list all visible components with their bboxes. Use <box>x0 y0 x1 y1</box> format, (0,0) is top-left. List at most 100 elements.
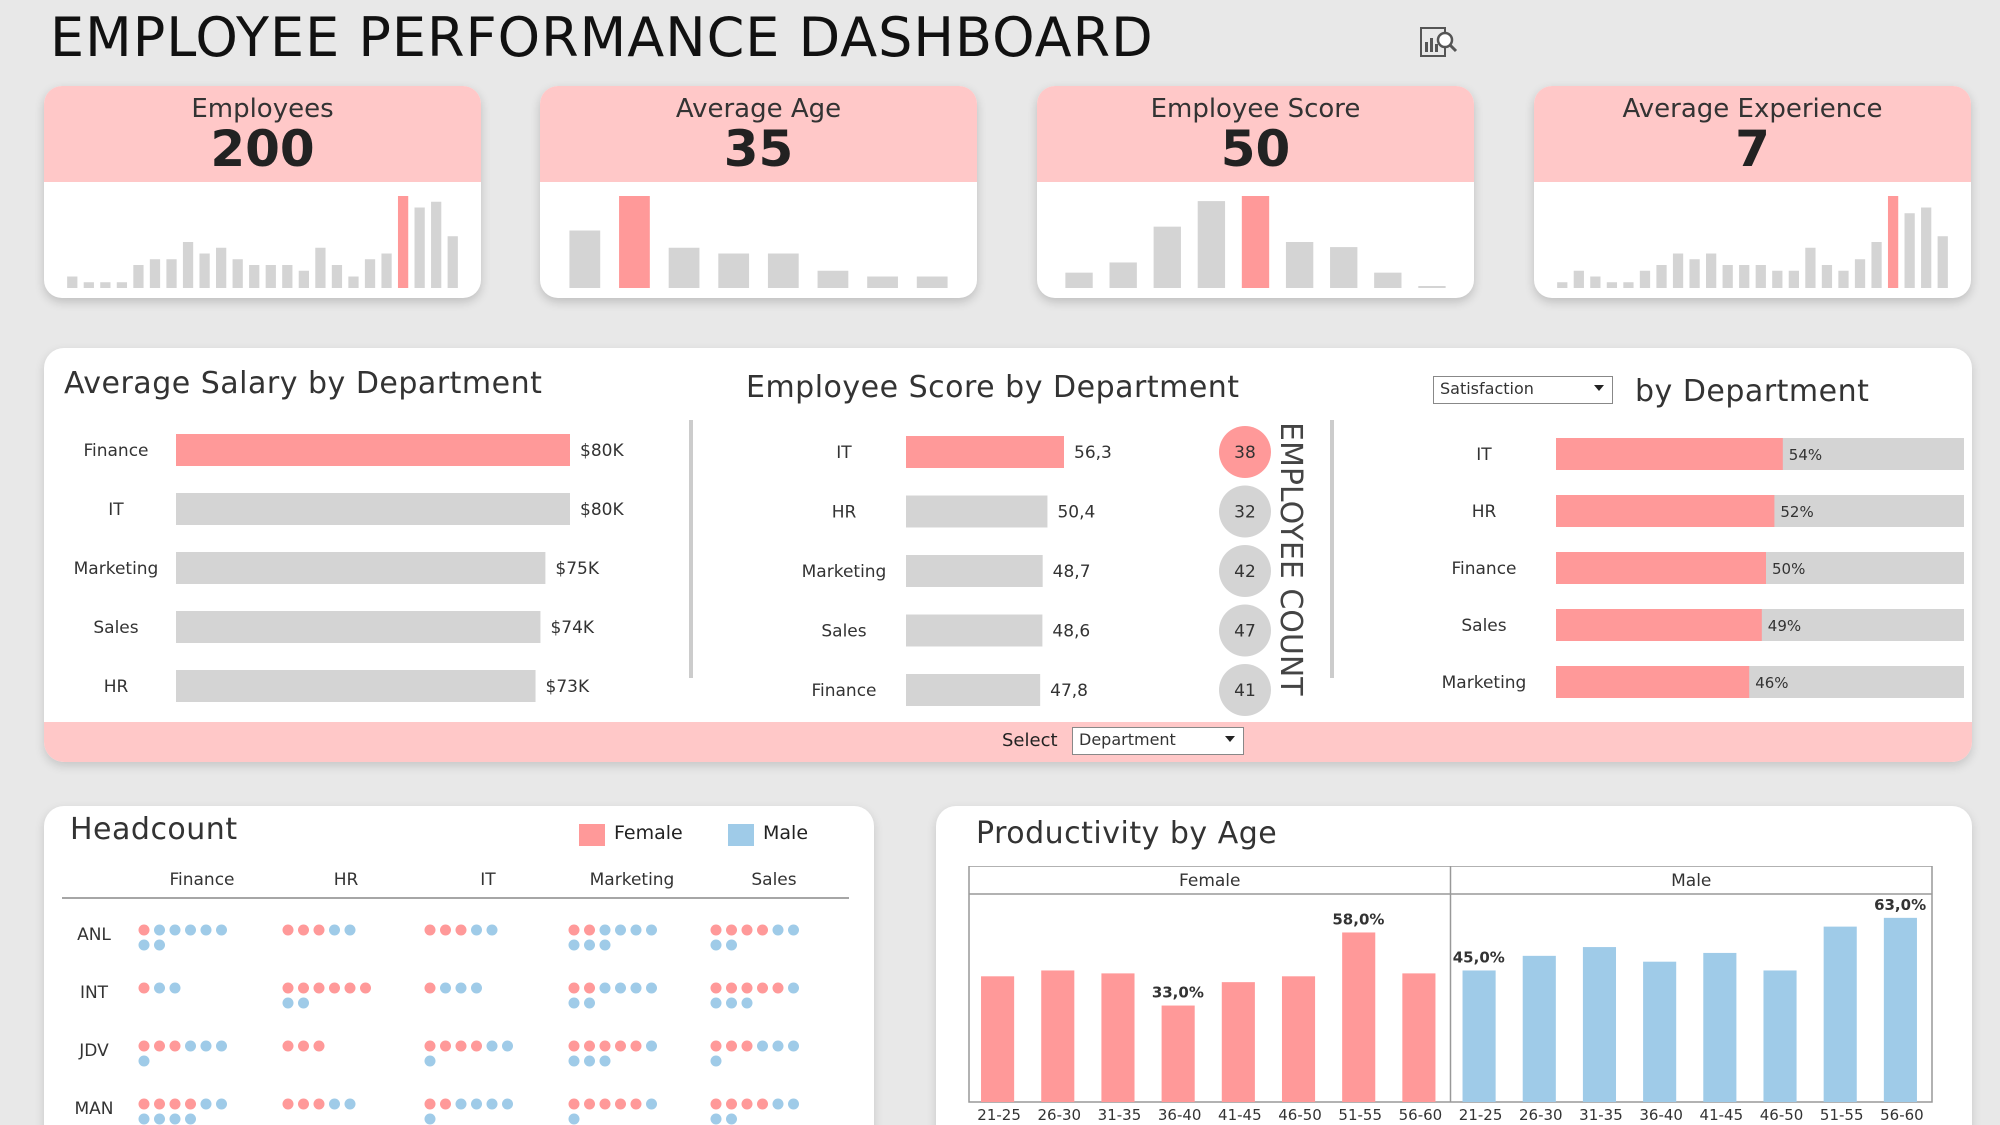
headcount-dot <box>329 982 340 994</box>
productivity-bar <box>1041 970 1075 1102</box>
department-panel: Average Salary by Department Finance $80K… <box>44 348 1972 762</box>
spark-bar <box>668 247 700 288</box>
headcount-dot <box>615 982 626 994</box>
headcount-dot <box>154 1098 165 1110</box>
spark-bar <box>149 259 161 288</box>
headcount-dot <box>424 1098 436 1110</box>
bar <box>1556 552 1766 584</box>
headcount-dot <box>584 1055 595 1067</box>
headcount-dot <box>788 982 799 994</box>
row-label: JDV <box>78 1041 109 1061</box>
kpi-sparkline <box>569 196 948 288</box>
headcount-dot <box>313 982 325 994</box>
data-label: $80K <box>580 500 624 520</box>
headcount-dot <box>726 1113 737 1125</box>
age-tick-label: 51-55 <box>1338 1106 1382 1124</box>
metric-select[interactable]: Satisfaction <box>1433 376 1613 404</box>
headcount-dot <box>741 1098 753 1110</box>
bar <box>1556 666 1750 698</box>
spark-bar <box>1153 226 1181 288</box>
productivity-bar <box>1522 955 1556 1102</box>
headcount-dot <box>216 1098 227 1110</box>
headcount-dot <box>599 1098 611 1110</box>
headcount-dot <box>646 924 657 936</box>
headcount-dot <box>471 982 482 994</box>
headcount-dot <box>584 997 595 1009</box>
bar <box>906 614 1043 647</box>
headcount-dot <box>329 1098 340 1110</box>
headcount-dot <box>599 939 611 951</box>
spark-bar <box>1065 272 1093 288</box>
headcount-dot <box>298 982 309 994</box>
headcount-dot <box>298 997 309 1009</box>
column-header: Sales <box>751 870 796 890</box>
age-tick-label: 21-25 <box>977 1106 1021 1124</box>
row-label: ANL <box>77 925 111 945</box>
category-label: HR <box>1472 502 1497 522</box>
headcount-dot <box>200 1040 212 1052</box>
spark-bar <box>1689 259 1700 288</box>
bar <box>176 552 546 584</box>
age-tick-label: 41-45 <box>1700 1106 1744 1124</box>
spark-bar <box>1821 265 1833 288</box>
spark-bar <box>414 207 425 288</box>
headcount-dot <box>298 1040 309 1052</box>
category-label: IT <box>108 500 124 520</box>
bar <box>176 611 541 643</box>
category-label: Finance <box>1451 559 1516 579</box>
headcount-dot <box>138 939 150 951</box>
spark-bar <box>1573 270 1584 288</box>
headcount-dot <box>138 1113 150 1125</box>
productivity-bar <box>1342 932 1376 1102</box>
productivity-bar <box>1101 973 1135 1102</box>
headcount-dot <box>282 1040 294 1052</box>
headcount-dot <box>584 1098 595 1110</box>
headcount-dot <box>788 1040 799 1052</box>
bar <box>176 434 570 466</box>
row-label: INT <box>80 983 109 1003</box>
bar <box>176 493 570 525</box>
headcount-dot <box>185 1098 196 1110</box>
data-label: 48,6 <box>1052 622 1090 642</box>
spark-bar <box>1672 253 1684 288</box>
page-title: EMPLOYEE PERFORMANCE DASHBOARD <box>50 6 1154 69</box>
kpi-label: Average Experience <box>1622 94 1883 124</box>
bar <box>906 495 1048 528</box>
headcount-dot <box>726 997 737 1009</box>
data-label: $74K <box>550 618 594 638</box>
headcount-dot <box>568 1098 580 1110</box>
kpi-sparkline <box>1557 196 1948 288</box>
headcount-dot <box>440 924 451 936</box>
data-label: 58,0% <box>1332 910 1384 928</box>
kpi-value: 50 <box>1220 120 1291 178</box>
data-label: 49% <box>1768 617 1801 635</box>
bar <box>1556 495 1775 527</box>
age-tick-label: 56-60 <box>1399 1106 1443 1124</box>
data-label: $73K <box>546 677 590 697</box>
productivity-bar <box>1763 970 1797 1102</box>
age-tick-label: 26-30 <box>1519 1106 1563 1124</box>
report-search-icon[interactable] <box>1415 20 1461 66</box>
column-header: Finance <box>169 870 234 890</box>
headcount-dot <box>455 1098 467 1110</box>
headcount-dot <box>169 1113 181 1125</box>
category-label: Finance <box>811 681 876 701</box>
headcount-dot <box>568 982 580 994</box>
category-label: IT <box>1476 445 1492 465</box>
headcount-dot <box>486 924 498 936</box>
headcount-dot <box>313 924 325 936</box>
spark-bar <box>1772 270 1783 288</box>
spark-bar <box>867 276 898 288</box>
spark-bar <box>1590 276 1601 288</box>
productivity-bar <box>1221 982 1255 1102</box>
spark-bar <box>1921 207 1932 288</box>
kpi-label: Employee Score <box>1150 94 1361 124</box>
headcount-dot <box>726 982 737 994</box>
satisfaction-chart: IT 54% HR 52% Finance 50% Sales 49% Marketing 46% <box>1442 438 1964 698</box>
age-tick-label: 31-35 <box>1579 1106 1623 1124</box>
headcount-dot <box>138 982 150 994</box>
spark-bar <box>232 259 243 288</box>
productivity-bar <box>1161 1005 1195 1102</box>
department-select[interactable]: Department <box>1072 727 1244 755</box>
productivity-panel: Productivity by Age Female Male 21-25 26-30… <box>936 806 1972 1125</box>
